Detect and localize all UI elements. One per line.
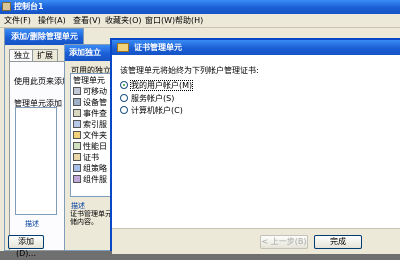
list-item[interactable]: 事件查	[73, 109, 107, 119]
device-manager-icon	[73, 98, 81, 106]
console-title: 控制台1	[0, 0, 400, 14]
option-computer-account[interactable]: 计算机帐户(C)	[120, 105, 183, 116]
back-button[interactable]: < 上一步(B)	[260, 235, 308, 249]
list-item[interactable]: 证书	[73, 153, 99, 163]
radio-checked-icon[interactable]	[120, 81, 128, 89]
cert-dialog-footer: < 上一步(B) 完成	[112, 228, 400, 254]
list-item-label: 文件夹	[83, 131, 107, 140]
list-item-label: 组策略	[83, 164, 107, 173]
certificates-snapin-dialog: 证书管理单元 该管理单元将始终为下列帐户管理证书: 我的用户帐户(M) 服务帐户…	[110, 38, 400, 254]
folder-icon	[73, 131, 81, 139]
radio-icon[interactable]	[120, 94, 128, 102]
cert-dialog-body: 该管理单元将始终为下列帐户管理证书: 我的用户帐户(M) 服务帐户(S) 计算机…	[112, 55, 400, 251]
radio-icon[interactable]	[120, 106, 128, 114]
list-item[interactable]: 索引服	[73, 120, 107, 130]
intro-text: 使用此页来添加	[14, 77, 70, 86]
list-item-label: 事件查	[83, 109, 107, 118]
description-label: 描述	[25, 220, 39, 228]
performance-log-icon	[73, 142, 81, 150]
menu-file[interactable]: 文件(F)	[4, 15, 31, 26]
finish-button[interactable]: 完成	[314, 235, 362, 249]
list-item-label: 性能日	[83, 142, 107, 151]
event-viewer-icon	[73, 109, 81, 117]
list-item[interactable]: 性能日	[73, 142, 107, 152]
console-app-icon	[2, 2, 11, 11]
snapin-added-list[interactable]	[15, 107, 57, 215]
menu-view[interactable]: 查看(V)	[73, 15, 101, 26]
cert-dialog-title: 证书管理单元	[112, 40, 400, 55]
list-item[interactable]: 组件服	[73, 175, 107, 185]
add-button[interactable]: 添加(D)...	[8, 235, 44, 258]
indexing-service-icon	[73, 120, 81, 128]
column-header[interactable]: 管理单元	[73, 76, 105, 86]
option-label: 我的用户帐户(M)	[129, 80, 194, 91]
list-item[interactable]: 组策略	[73, 164, 107, 174]
certificate-icon	[73, 153, 81, 161]
menu-bar: 文件(F) 操作(A) 查看(V) 收藏夹(O) 窗口(W) 帮助(H)	[0, 14, 400, 28]
component-services-icon	[73, 175, 81, 183]
removable-storage-icon	[73, 87, 81, 95]
list-item-label: 证书	[83, 153, 99, 162]
list-item-label: 索引服	[83, 120, 107, 129]
list-item-label: 设备管	[83, 98, 107, 107]
option-my-user-account[interactable]: 我的用户帐户(M)	[120, 80, 194, 91]
menu-action[interactable]: 操作(A)	[38, 15, 66, 26]
list-item[interactable]: 可移动	[73, 87, 107, 97]
certificate-icon	[117, 43, 129, 52]
add-remove-dialog-title: 添加/删除管理单元	[5, 29, 83, 45]
cert-prompt: 该管理单元将始终为下列帐户管理证书:	[120, 66, 259, 75]
option-label: 计算机帐户(C)	[131, 106, 183, 115]
list-item-label: 可移动	[83, 87, 107, 96]
list-item[interactable]: 文件夹	[73, 131, 107, 141]
option-label: 服务帐户(S)	[131, 94, 175, 103]
option-service-account[interactable]: 服务帐户(S)	[120, 93, 174, 104]
menu-favorites[interactable]: 收藏夹(O)	[105, 15, 142, 26]
list-item[interactable]: 设备管	[73, 98, 107, 108]
group-policy-icon	[73, 164, 81, 172]
list-item-label: 组件服	[83, 175, 107, 184]
menu-help[interactable]: 帮助(H)	[175, 15, 203, 26]
menu-window[interactable]: 窗口(W)	[145, 15, 175, 26]
